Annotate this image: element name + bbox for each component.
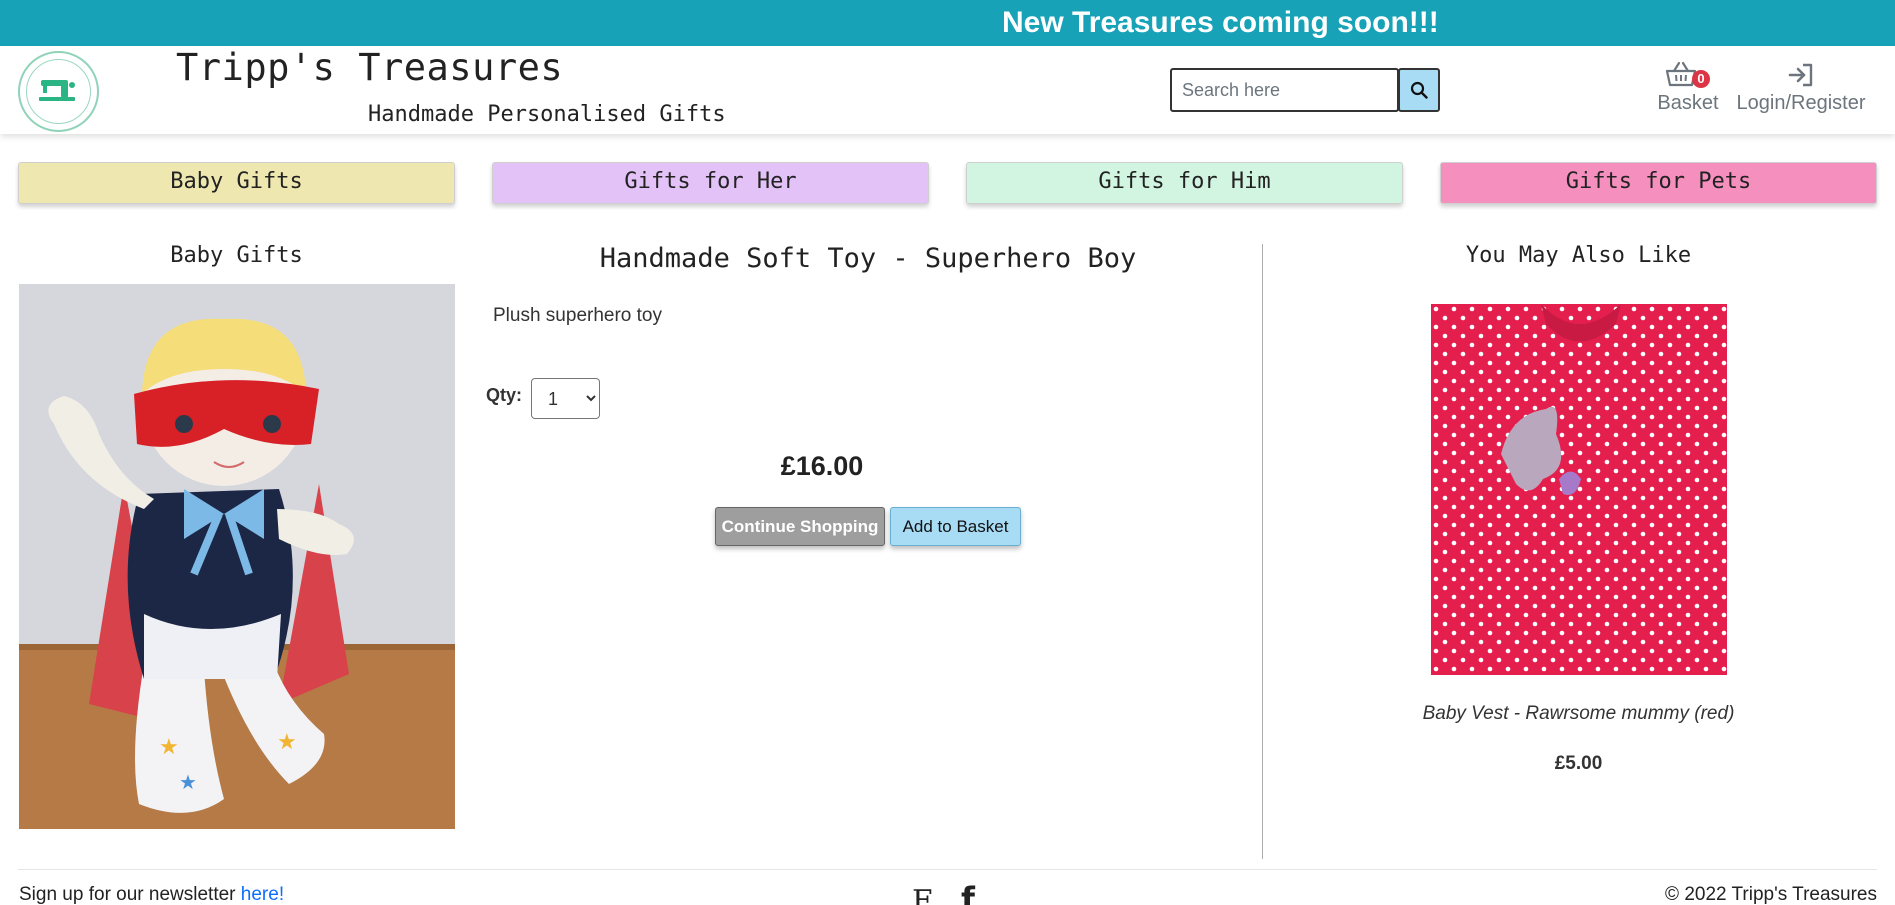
footer-divider <box>18 869 1877 870</box>
search-icon <box>1410 81 1428 99</box>
etsy-icon[interactable]: E <box>912 884 934 905</box>
category-heading: Baby Gifts <box>170 243 303 268</box>
newsletter-signup: Sign up for our newsletter here! <box>19 884 284 905</box>
product-description: Plush superhero toy <box>493 305 662 326</box>
facebook-icon[interactable]: f <box>961 880 975 905</box>
nav-gifts-for-pets[interactable]: Gifts for Pets <box>1440 162 1877 204</box>
search-button[interactable] <box>1398 68 1440 112</box>
login-register-label: Login/Register <box>1736 92 1866 114</box>
site-title[interactable]: Tripp's Treasures <box>176 46 563 89</box>
product-image: ★ ★ ★ <box>19 284 455 829</box>
search-input[interactable] <box>1170 68 1399 112</box>
nav-baby-gifts[interactable]: Baby Gifts <box>18 162 455 204</box>
add-to-basket-button[interactable]: Add to Basket <box>890 507 1021 546</box>
banner-text: New Treasures coming soon!!! <box>1002 6 1439 39</box>
site-tagline: Handmade Personalised Gifts <box>368 102 726 127</box>
login-register-link[interactable]: Login/Register <box>1733 60 1869 120</box>
svg-text:★: ★ <box>277 730 297 755</box>
site-header: Tripp's Treasures Handmade Personalised … <box>0 46 1895 134</box>
column-divider <box>1262 244 1263 859</box>
related-product-price: £5.00 <box>1554 753 1603 774</box>
newsletter-text: Sign up for our newsletter <box>19 884 241 905</box>
related-product-image[interactable] <box>1431 304 1727 675</box>
svg-text:★: ★ <box>159 735 179 760</box>
sewing-machine-icon <box>39 80 75 101</box>
product-title: Handmade Soft Toy - Superhero Boy <box>599 243 1137 274</box>
related-heading: You May Also Like <box>1465 243 1692 268</box>
site-logo[interactable] <box>18 51 99 132</box>
basket-count-badge: 0 <box>1692 70 1710 88</box>
superhero-toy-illustration: ★ ★ ★ <box>19 284 455 829</box>
qty-label: Qty: <box>486 385 522 405</box>
qty-select[interactable]: 1 <box>531 378 600 419</box>
copyright: © 2022 Tripp's Treasures <box>1665 884 1877 905</box>
related-product-name[interactable]: Baby Vest - Rawrsome mummy (red) <box>1278 703 1879 725</box>
newsletter-link[interactable]: here! <box>241 884 284 905</box>
announcement-banner: New Treasures coming soon!!! <box>0 0 1895 46</box>
product-price: £16.00 <box>780 451 864 481</box>
svg-text:★: ★ <box>179 770 197 794</box>
baby-vest-illustration <box>1431 304 1727 675</box>
nav-gifts-for-him[interactable]: Gifts for Him <box>966 162 1403 204</box>
basket-link[interactable]: 0 Basket <box>1652 60 1724 120</box>
basket-label: Basket <box>1657 92 1719 114</box>
nav-gifts-for-her[interactable]: Gifts for Her <box>492 162 929 204</box>
login-icon <box>1788 63 1813 87</box>
continue-shopping-button[interactable]: Continue Shopping <box>715 507 885 546</box>
